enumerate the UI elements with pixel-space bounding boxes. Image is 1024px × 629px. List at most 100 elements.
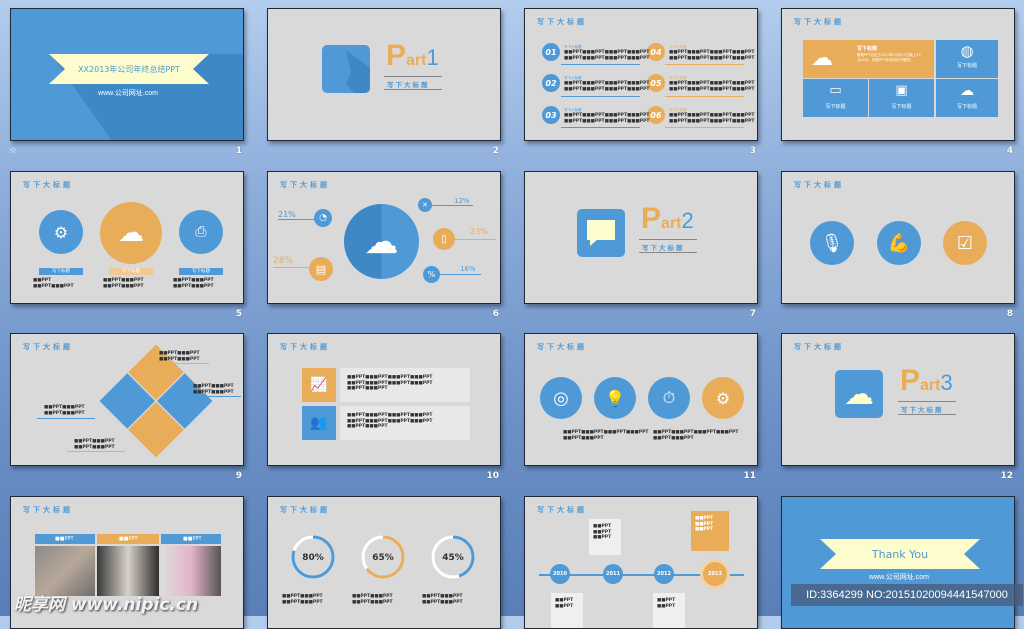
slide-title: 写下大标题 <box>794 181 844 189</box>
slide-title: 写下大标题 <box>794 18 844 26</box>
star-icon[interactable]: ☆ <box>9 146 17 156</box>
toolbox-icon: ▤ <box>309 257 333 281</box>
part-heading: Part3 <box>900 364 953 397</box>
slide-8-thumbnail[interactable]: 写下大标题 🎙 💪 ☑ <box>781 171 1015 304</box>
website-url: www.公司网址.com <box>869 574 929 581</box>
item-text: ■■PPT■■■PPT <box>44 410 85 416</box>
item-text: ■■PPT■■■PPT <box>173 283 214 289</box>
thank-you-text: Thank You <box>871 547 929 561</box>
slide-15-thumbnail[interactable]: 写下大标题 2010 2011 2012 2013 ■■PPT ■■PPT ■■PP… <box>524 496 758 629</box>
timeline-node: 2011 <box>603 564 623 584</box>
slide-4-thumbnail[interactable]: 写下大标题 ☁ 写下标题 着着PPT论坛于2013年10月21日晚上23点40分… <box>781 8 1015 141</box>
head-gears-icon: ⚙ <box>702 377 744 419</box>
checkmark-icon: ☑ <box>943 221 987 265</box>
tab-wifi: ■■PPT <box>161 534 221 544</box>
cloud-icon: ☁ <box>835 370 883 418</box>
slide-number: 11 <box>743 471 756 481</box>
item-text: ■■PPT■■■PPT■■■PPT■■■PPT <box>669 113 755 118</box>
timeline-card: ■■PPT ■■PPT <box>653 593 685 628</box>
cloud-icon: ☁ <box>960 83 974 99</box>
tile-label: 写下标题 <box>857 46 878 52</box>
item-text: ■■PPT■■■PPT <box>352 594 393 599</box>
timeline-node: 2012 <box>654 564 674 584</box>
printer-icon: ⎙ <box>179 210 223 254</box>
presentation-title: XX2013年公司年终总结PPT <box>78 64 180 74</box>
label-badge: 写下标题 <box>179 268 223 275</box>
growth-chart-icon: 📈 <box>302 368 336 402</box>
cloud-icon: ☁ <box>344 204 419 279</box>
slide-5-thumbnail[interactable]: 写下大标题 ⚙ ☁ ⎙ 写下标题 写下标题 写下标题 ■■PPT ■■PPT■■■… <box>10 171 244 304</box>
timeline-card: ■■PPT ■■PPT ■■PPT <box>589 519 621 555</box>
thank-you-ribbon: Thank You <box>820 539 980 569</box>
slide-title: 写下大标题 <box>280 343 330 351</box>
tile-globe: ◍ 写下标题 <box>936 40 998 78</box>
item-text: ■■PPT■■■PPT <box>159 351 200 356</box>
slide-number: 8 <box>1006 309 1013 319</box>
slide-9-thumbnail[interactable]: 写下大标题 ■■PPT■■■PPT ■■PPT■■■PPT ■■PPT■■■PPT… <box>10 333 244 466</box>
gauge-icon: ◔ <box>314 209 332 227</box>
item-text: ■■PPT■■■PPT■■■PPT■■■PPT <box>563 430 649 435</box>
tile-cloud: ☁ 写下标题 <box>936 79 998 117</box>
timeline-card: ■■PPT ■■PPT <box>551 593 583 628</box>
watermark-id: ID:3364299 NO:20151020094441547000 <box>791 584 1023 606</box>
percent-label: 23% <box>470 227 488 236</box>
item-text: ■■PPT■■■PPT <box>74 444 115 450</box>
slide-title: 写下大标题 <box>537 18 587 26</box>
item-text: ■■PPT■■■PPT■■■PPT■■■PPT <box>564 50 650 55</box>
item-text: ■■PPT■■■PPT■■■PPT■■■PPT <box>564 81 650 86</box>
title-ribbon: XX2013年公司年终总结PPT <box>49 54 209 84</box>
slide-10-thumbnail[interactable]: 写下大标题 📈 👥 ■■PPT■■■PPT■■■PPT■■■PPT ■■PPT■■… <box>267 333 501 466</box>
slide-title: 写下大标题 <box>23 343 73 351</box>
monitor-icon: ▭ <box>829 83 842 98</box>
cloud-icon: ☁ <box>811 46 833 71</box>
item-text: ■■PPT■■■PPT <box>74 439 115 444</box>
ring-label: 80% <box>302 553 324 563</box>
tab-monitor: ■■PPT <box>35 534 95 544</box>
percent-label: 16% <box>460 265 476 273</box>
user-icon: ▣ <box>895 83 908 98</box>
item-text: ■■PPT■■■PPT■■■PPT■■■PPT <box>564 55 650 61</box>
clipboard-icon: ▯ <box>433 228 455 250</box>
photo-meeting <box>161 546 221 596</box>
number-badge: 05 <box>647 74 665 92</box>
slide-7-thumbnail[interactable]: Part2 写下大标题 <box>524 171 758 304</box>
item-text: ■■PPT■■■PPT■■■PPT■■■PPT <box>564 118 650 124</box>
number-badge: 06 <box>647 106 665 124</box>
item-text: ■■PPT■■■PPT■■■PPT■■■PPT <box>669 55 755 61</box>
item-text: ■■PPT■■■PPT■■■PPT■■■PPT <box>653 430 739 435</box>
tile-monitor: ▭ 写下标题 <box>803 79 868 117</box>
stopwatch-icon: ⏱ <box>648 377 690 419</box>
website-url: www.公司网址.com <box>98 90 158 97</box>
slide-16-thumbnail[interactable]: Thank You www.公司网址.com <box>781 496 1015 629</box>
number-badge: 02 <box>542 74 560 92</box>
lightbulb-icon: 💡 <box>594 377 636 419</box>
slide-6-thumbnail[interactable]: 写下大标题 ☁ ◔ ▤ ✕ ▯ % 21% 28% 12% 23% 16% <box>267 171 501 304</box>
slide-number: 12 <box>1000 471 1013 481</box>
item-text: ■■PPT■■■PPT <box>193 389 234 395</box>
slide-11-thumbnail[interactable]: 写下大标题 ◎ 💡 ⏱ ⚙ ■■PPT■■■PPT■■■PPT■■■PPT ■■P… <box>524 333 758 466</box>
photo-hands <box>35 546 95 596</box>
item-text: ■■PPT■■■PPT <box>563 435 604 441</box>
label-badge: 写下标题 <box>109 268 153 275</box>
photo-business <box>97 546 159 596</box>
item-text: ■■PPT■■■PPT■■■PPT■■■PPT <box>669 50 755 55</box>
slide-3-thumbnail[interactable]: 写下大标题 01 02 03 04 05 06 写下小标题 ■■PPT■■■PPT… <box>524 8 758 141</box>
globe-icon: ◍ <box>960 42 974 60</box>
percent-label: 28% <box>273 256 294 266</box>
slide-14-thumbnail[interactable]: 写下大标题 80% 65% 45% ■■PPT■■■PPT ■■PPT■■■PPT ■… <box>267 496 501 629</box>
slide-number: 2 <box>492 146 499 156</box>
slide-1-thumbnail[interactable]: XX2013年公司年终总结PPT www.公司网址.com <box>10 8 244 141</box>
item-text: ■■PPT■■■PPT <box>653 435 694 441</box>
percent-label: 21% <box>278 210 296 219</box>
slide-2-thumbnail[interactable]: Part1 写下大标题 <box>267 8 501 141</box>
slide-title: 写下大标题 <box>794 343 844 351</box>
slide-12-thumbnail[interactable]: 写下大标题 ☁ Part3 写下大标题 <box>781 333 1015 466</box>
slide-number: 1 <box>235 146 242 156</box>
item-text: ■■PPT■■■PPT <box>422 599 463 605</box>
item-text: ■■PPT■■■PPT <box>33 283 74 289</box>
slide-title: 写下大标题 <box>537 343 587 351</box>
muscle-icon: 💪 <box>877 221 921 265</box>
tools-icon: ✕ <box>418 198 432 212</box>
speech-bubble-icon <box>577 209 625 257</box>
slide-title: 写下大标题 <box>280 181 330 189</box>
